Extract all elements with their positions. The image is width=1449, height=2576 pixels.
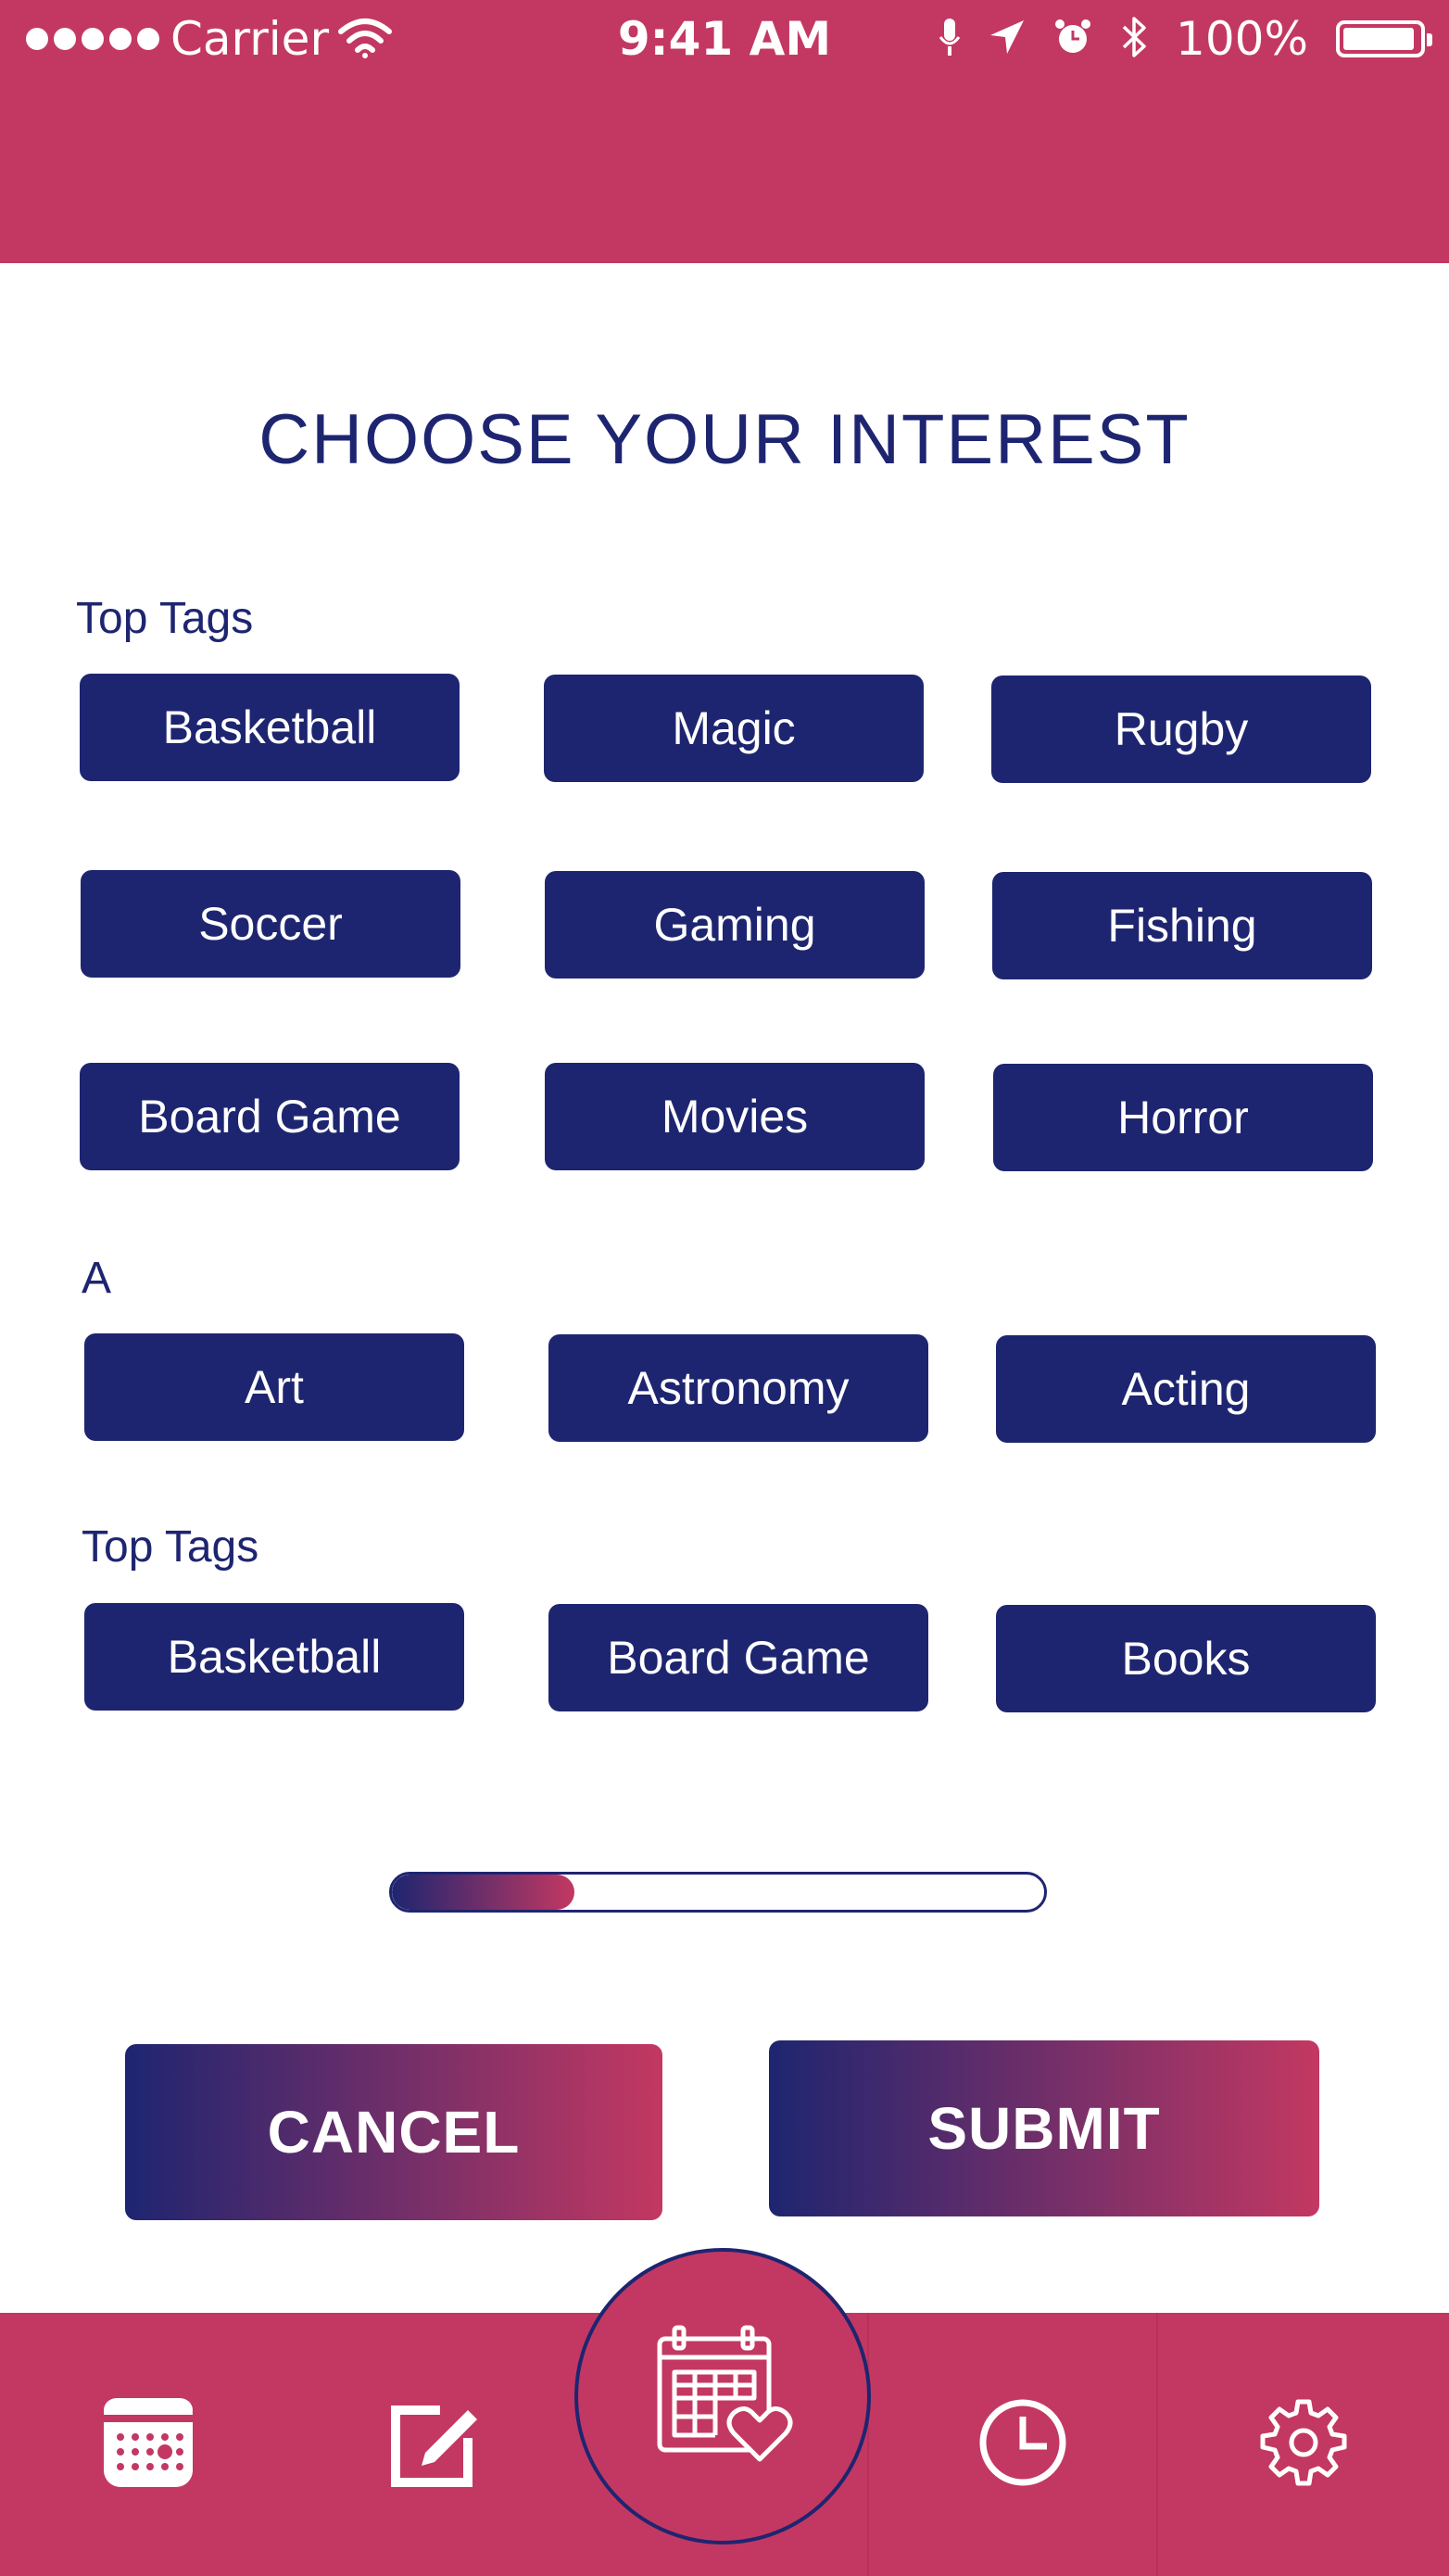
section-label-top-tags-2: Top Tags bbox=[82, 1522, 259, 1572]
tag-movies[interactable]: Movies bbox=[545, 1063, 925, 1170]
nav-edit[interactable] bbox=[296, 2313, 574, 2576]
battery-icon bbox=[1336, 20, 1432, 57]
gear-icon bbox=[1257, 2396, 1350, 2493]
submit-button[interactable]: SUBMIT bbox=[769, 2040, 1319, 2216]
tag-basketball[interactable]: Basketball bbox=[80, 674, 460, 781]
section-label-top-tags: Top Tags bbox=[76, 594, 254, 643]
microphone-icon bbox=[939, 17, 961, 61]
bluetooth-icon bbox=[1120, 15, 1148, 63]
tag-horror[interactable]: Horror bbox=[993, 1064, 1373, 1171]
nav-divider bbox=[867, 2313, 869, 2576]
tag-books[interactable]: Books bbox=[996, 1605, 1376, 1712]
tag-soccer[interactable]: Soccer bbox=[81, 870, 460, 978]
progress-bar bbox=[389, 1872, 1047, 1913]
tag-gaming[interactable]: Gaming bbox=[545, 871, 925, 979]
cancel-button[interactable]: CANCEL bbox=[125, 2044, 662, 2220]
tag-art[interactable]: Art bbox=[84, 1333, 464, 1441]
progress-fill bbox=[392, 1875, 575, 1910]
calendar-heart-icon bbox=[649, 2320, 797, 2472]
tag-acting[interactable]: Acting bbox=[996, 1335, 1376, 1443]
calendar-icon bbox=[100, 2394, 196, 2494]
tag-astronomy[interactable]: Astronomy bbox=[548, 1334, 928, 1442]
tag-rugby[interactable]: Rugby bbox=[991, 676, 1371, 783]
status-bar: Carrier 9:41 AM 100% bbox=[0, 0, 1449, 78]
nav-history[interactable] bbox=[889, 2313, 1156, 2576]
section-label-a: A bbox=[82, 1254, 112, 1303]
nav-calendar-favorites-button[interactable] bbox=[574, 2248, 871, 2544]
alarm-icon bbox=[1053, 18, 1092, 60]
location-arrow-icon bbox=[989, 19, 1026, 59]
tag-fishing[interactable]: Fishing bbox=[992, 872, 1372, 979]
tag-board-game-2[interactable]: Board Game bbox=[548, 1604, 928, 1711]
tag-basketball-2[interactable]: Basketball bbox=[84, 1603, 464, 1711]
edit-icon bbox=[384, 2392, 486, 2497]
nav-settings[interactable] bbox=[1158, 2313, 1449, 2576]
clock-icon bbox=[976, 2396, 1069, 2493]
nav-calendar[interactable] bbox=[0, 2313, 296, 2576]
tag-board-game[interactable]: Board Game bbox=[80, 1063, 460, 1170]
battery-percentage: 100% bbox=[1176, 12, 1308, 66]
page-title: CHOOSE YOUR INTEREST bbox=[258, 400, 1191, 479]
tag-magic[interactable]: Magic bbox=[544, 675, 924, 782]
